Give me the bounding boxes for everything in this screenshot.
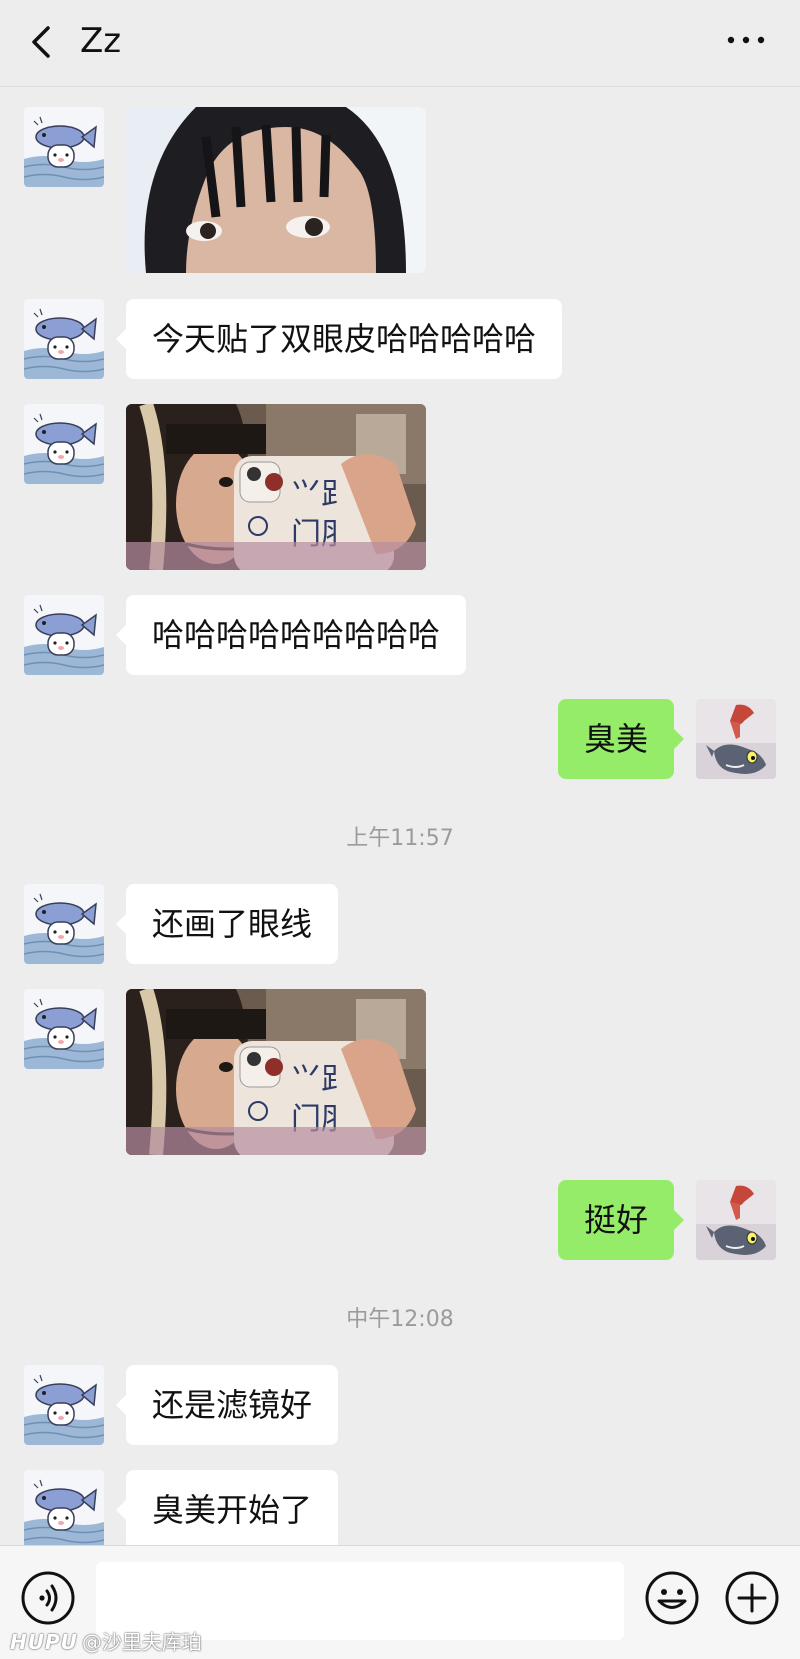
image-message[interactable]: [126, 404, 426, 570]
watermark-handle: @沙里夫库珀: [81, 1630, 202, 1654]
contact-avatar[interactable]: [24, 989, 104, 1069]
emoji-icon[interactable]: [644, 1570, 700, 1626]
contact-avatar[interactable]: [24, 884, 104, 964]
incoming-text-bubble[interactable]: 今天贴了双眼皮哈哈哈哈哈: [115, 299, 563, 379]
watermark: HUPU @沙里夫库珀: [10, 1626, 202, 1655]
contact-avatar[interactable]: [24, 595, 104, 675]
timestamp: 中午12:08: [346, 1307, 454, 1332]
my-avatar[interactable]: [696, 699, 776, 779]
incoming-text-bubble[interactable]: 哈哈哈哈哈哈哈哈哈: [115, 595, 467, 675]
chat-title: Zz: [80, 21, 122, 61]
image-message[interactable]: [126, 989, 426, 1155]
contact-avatar[interactable]: [24, 107, 104, 187]
message-list[interactable]: 今天贴了双眼皮哈哈哈哈哈 哈哈哈哈哈哈哈哈哈 臭美 上午11:57 还画了眼线 …: [0, 87, 800, 1545]
chat-header: Zz: [0, 0, 800, 87]
plus-icon[interactable]: [724, 1570, 780, 1626]
more-horizontal-icon[interactable]: [726, 30, 766, 50]
image-message[interactable]: [126, 107, 426, 273]
timestamp: 上午11:57: [346, 826, 454, 851]
contact-avatar[interactable]: [24, 1470, 104, 1545]
incoming-text-bubble[interactable]: 还是滤镜好: [115, 1365, 339, 1445]
outgoing-text-bubble[interactable]: 臭美: [557, 699, 685, 779]
watermark-brand: HUPU: [10, 1630, 78, 1654]
contact-avatar[interactable]: [24, 1365, 104, 1445]
voice-icon[interactable]: [20, 1570, 76, 1626]
chevron-left-icon[interactable]: [22, 20, 62, 64]
contact-avatar[interactable]: [24, 299, 104, 379]
incoming-text-bubble[interactable]: 还画了眼线: [115, 884, 339, 964]
incoming-text-bubble[interactable]: 臭美开始了: [115, 1470, 339, 1545]
contact-avatar[interactable]: [24, 404, 104, 484]
my-avatar[interactable]: [696, 1180, 776, 1260]
outgoing-text-bubble[interactable]: 挺好: [557, 1180, 685, 1260]
